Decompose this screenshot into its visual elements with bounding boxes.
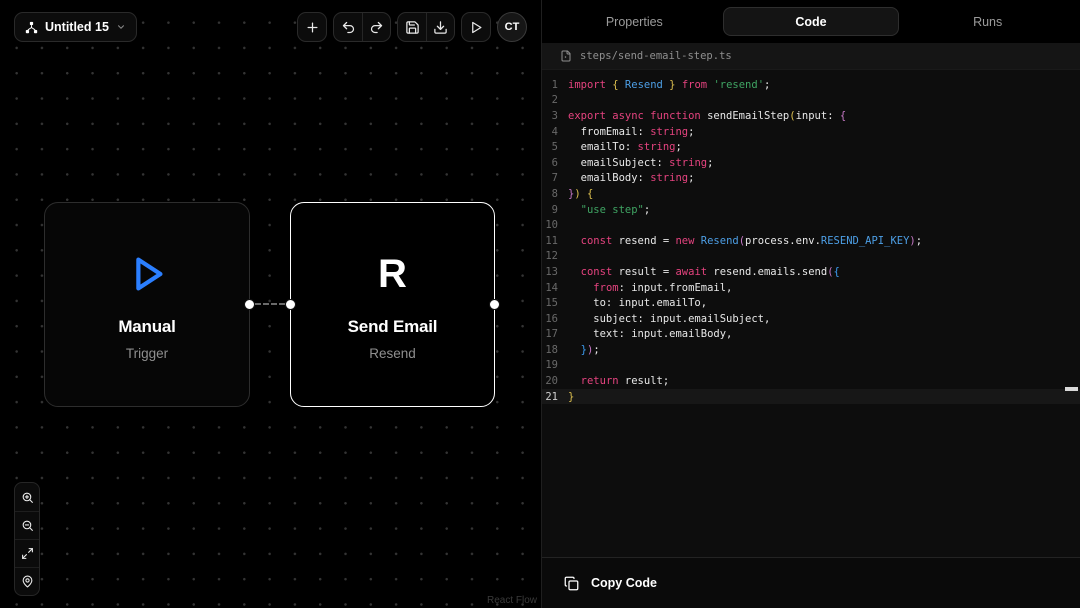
avatar-initials: CT <box>505 21 520 33</box>
tab-runs[interactable]: Runs <box>899 7 1076 36</box>
code-line[interactable]: 8}) { <box>542 186 1080 202</box>
code-line[interactable]: 12 <box>542 249 1080 265</box>
pin-icon <box>21 575 34 588</box>
app-window: Untitled 15 <box>0 0 1080 608</box>
node-send-email[interactable]: R Send Email Resend <box>290 202 495 407</box>
download-button[interactable] <box>426 13 454 41</box>
react-flow-attribution[interactable]: React Flow <box>487 595 537 606</box>
code-line[interactable]: 1import { Resend } from 'resend'; <box>542 77 1080 93</box>
code-line[interactable]: 20 return result; <box>542 373 1080 389</box>
code-line[interactable]: 16 subject: input.emailSubject, <box>542 311 1080 327</box>
code-line[interactable]: 11 const resend = new Resend(process.env… <box>542 233 1080 249</box>
zoom-in-icon <box>21 491 34 504</box>
code-line[interactable]: 7 emailBody: string; <box>542 171 1080 187</box>
pin-button[interactable] <box>15 567 39 595</box>
canvas-controls <box>14 482 40 596</box>
file-bar: steps/send-email-step.ts <box>542 43 1080 70</box>
copy-code-label: Copy Code <box>591 576 657 590</box>
node-title: Send Email <box>348 317 438 337</box>
workflow-canvas[interactable]: Untitled 15 <box>0 0 541 608</box>
play-trigger-icon <box>124 249 170 299</box>
node-handle-send-email-target[interactable] <box>285 299 296 310</box>
tab-properties[interactable]: Properties <box>546 7 723 36</box>
resend-logo-letter: R <box>378 249 407 299</box>
redo-button[interactable] <box>362 13 390 41</box>
copy-icon <box>564 576 579 591</box>
overview-ruler-cursor <box>1065 387 1078 391</box>
copy-code-button[interactable]: Copy Code <box>564 576 657 591</box>
save-button[interactable] <box>398 13 426 41</box>
code-line[interactable]: 6 emailSubject: string; <box>542 155 1080 171</box>
node-subtitle: Resend <box>369 346 416 361</box>
code-line[interactable]: 13 const result = await resend.emails.se… <box>542 264 1080 280</box>
node-title: Manual <box>118 317 175 337</box>
code-line[interactable]: 9 "use step"; <box>542 202 1080 218</box>
resend-logo-icon: R <box>378 249 407 299</box>
edge-connection[interactable] <box>255 303 285 305</box>
node-handle-send-email-source[interactable] <box>489 299 500 310</box>
play-icon <box>469 20 484 35</box>
code-line[interactable]: 17 text: input.emailBody, <box>542 327 1080 343</box>
workflow-name-button[interactable]: Untitled 15 <box>14 12 137 42</box>
user-avatar[interactable]: CT <box>497 12 527 42</box>
workflow-icon <box>25 21 38 34</box>
code-line[interactable]: 5 emailTo: string; <box>542 139 1080 155</box>
code-lines: 1import { Resend } from 'resend';23expor… <box>542 77 1080 404</box>
node-subtitle: Trigger <box>126 346 168 361</box>
file-button-group <box>397 12 455 42</box>
node-manual-trigger[interactable]: Manual Trigger <box>44 202 250 407</box>
side-panel: Properties Code Runs steps/send-email-st… <box>541 0 1080 608</box>
fit-view-icon <box>21 547 34 560</box>
chevron-down-icon <box>116 22 126 32</box>
code-line[interactable]: 18 }); <box>542 342 1080 358</box>
code-line[interactable]: 14 from: input.fromEmail, <box>542 280 1080 296</box>
run-workflow-button[interactable] <box>461 12 491 42</box>
code-line[interactable]: 3export async function sendEmailStep(inp… <box>542 108 1080 124</box>
panel-tabs: Properties Code Runs <box>542 0 1080 43</box>
canvas-toolbar: CT <box>297 12 527 42</box>
tab-code[interactable]: Code <box>723 7 900 36</box>
code-line[interactable]: 15 to: input.emailTo, <box>542 295 1080 311</box>
undo-icon <box>341 20 356 35</box>
code-line[interactable]: 2 <box>542 93 1080 109</box>
file-name: steps/send-email-step.ts <box>580 50 732 62</box>
code-line[interactable]: 4 fromEmail: string; <box>542 124 1080 140</box>
history-button-group <box>333 12 391 42</box>
file-icon <box>560 50 572 62</box>
node-handle-manual-source[interactable] <box>244 299 255 310</box>
zoom-out-button[interactable] <box>15 511 39 539</box>
save-icon <box>405 20 420 35</box>
redo-icon <box>369 20 384 35</box>
panel-footer: Copy Code <box>542 557 1080 608</box>
code-editor[interactable]: 1import { Resend } from 'resend';23expor… <box>542 70 1080 557</box>
fit-view-button[interactable] <box>15 539 39 567</box>
download-icon <box>433 20 448 35</box>
workflow-name: Untitled 15 <box>45 20 109 34</box>
code-line[interactable]: 10 <box>542 217 1080 233</box>
zoom-in-button[interactable] <box>15 483 39 511</box>
code-line[interactable]: 21} <box>542 389 1080 405</box>
zoom-out-icon <box>21 519 34 532</box>
undo-button[interactable] <box>334 13 362 41</box>
add-node-button[interactable] <box>297 12 327 42</box>
plus-icon <box>305 20 320 35</box>
code-line[interactable]: 19 <box>542 358 1080 374</box>
